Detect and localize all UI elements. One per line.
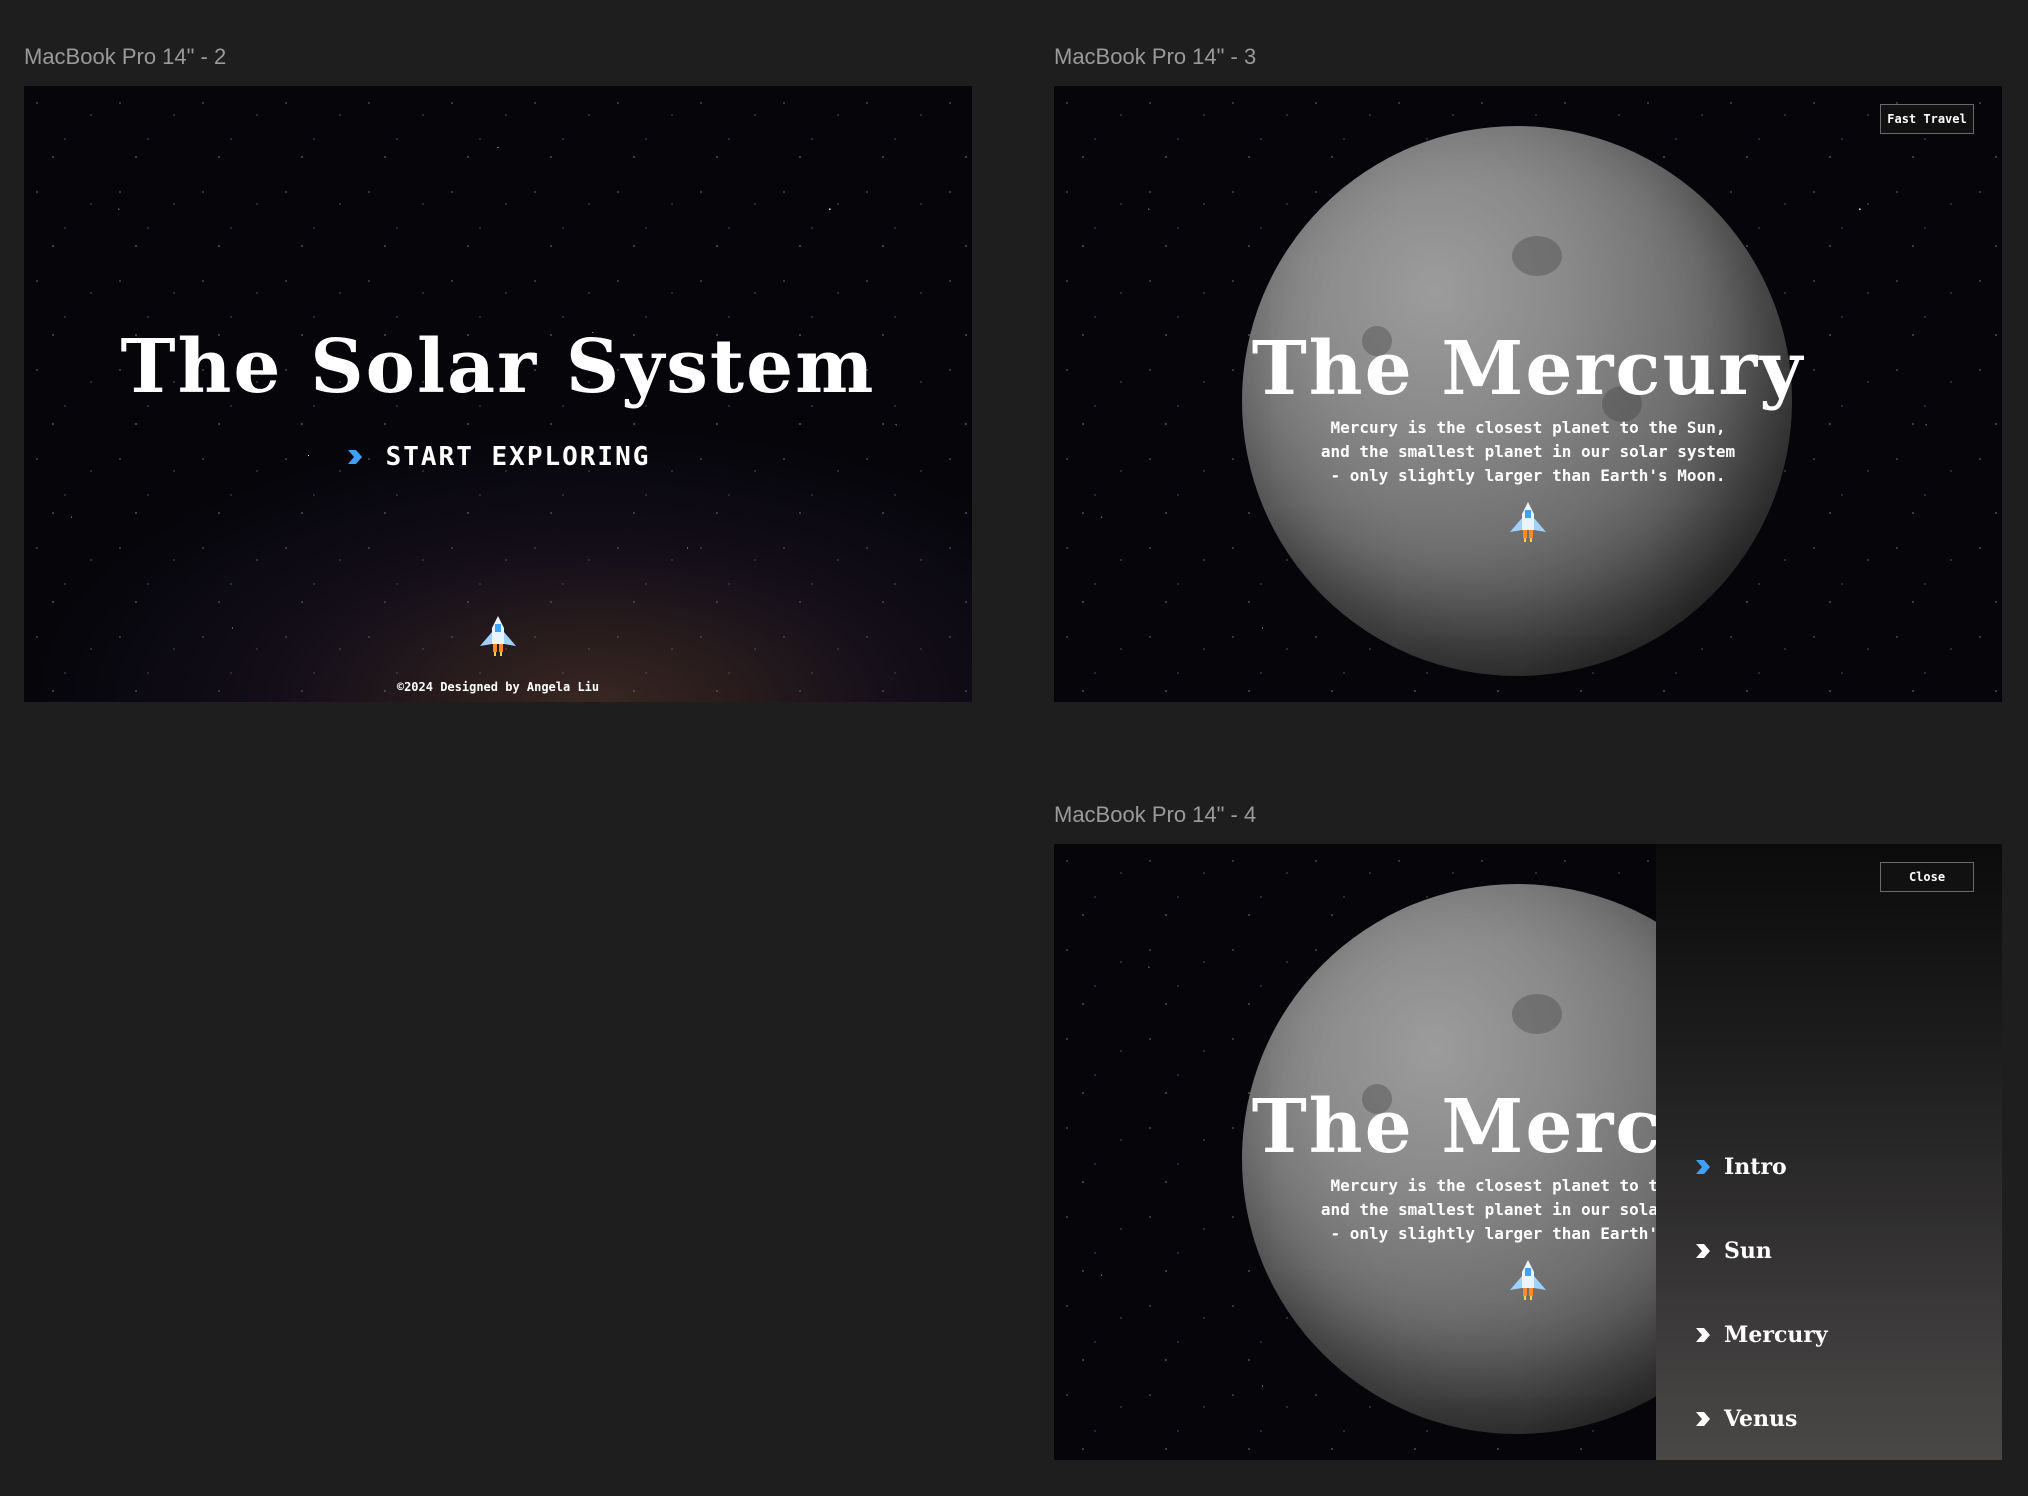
menu-item-venus[interactable]: Venus (1694, 1406, 1797, 1432)
chevron-right-icon (347, 450, 362, 464)
frame-label-2: MacBook Pro 14" - 2 (24, 44, 227, 69)
chevron-right-icon (1696, 1244, 1710, 1258)
spaceship-icon[interactable] (476, 614, 520, 662)
frame-label-3: MacBook Pro 14" - 3 (1054, 44, 1257, 69)
menu-item-label: Sun (1724, 1238, 1772, 1264)
crater (1512, 236, 1562, 276)
spaceship-icon[interactable] (1506, 500, 1550, 548)
chevron-right-icon (1696, 1160, 1710, 1174)
frame-intro: The Solar System START EXPLORING ©2024 D… (24, 86, 972, 702)
fast-travel-menu: Close Intro Sun Mercury Venus (1656, 844, 2002, 1460)
chevron-right-icon (1696, 1328, 1710, 1342)
mercury-title: The Mercury (1251, 326, 1805, 412)
spaceship-icon[interactable] (1506, 1258, 1550, 1306)
frame-mercury: Fast Travel The Mercury Mercury is the c… (1054, 86, 2002, 702)
description-line-2: and the smallest planet in our solar sys… (1320, 442, 1736, 461)
menu-item-intro[interactable]: Intro (1694, 1154, 1787, 1180)
frame-mercury-menu: The Mercury Mercury is the closest plane… (1054, 844, 2002, 1460)
mercury-description: Mercury is the closest planet to the Sun… (1054, 416, 2002, 488)
description-line-1: Mercury is the closest planet to the Sun… (1330, 418, 1726, 437)
start-exploring-label: START EXPLORING (385, 442, 651, 472)
menu-item-label: Mercury (1724, 1322, 1828, 1348)
description-line-3: - only slightly larger than Earth's Moon… (1330, 466, 1726, 485)
fast-travel-button[interactable]: Fast Travel (1880, 104, 1974, 134)
menu-item-label: Intro (1724, 1154, 1787, 1180)
menu-item-label: Venus (1724, 1406, 1798, 1432)
crater (1512, 994, 1562, 1034)
start-exploring-button[interactable]: START EXPLORING (24, 442, 972, 472)
intro-title: The Solar System (120, 324, 876, 410)
chevron-right-icon (1696, 1412, 1710, 1426)
intro-footer: ©2024 Designed by Angela Liu (396, 680, 600, 694)
close-button[interactable]: Close (1880, 862, 1974, 892)
menu-item-sun[interactable]: Sun (1694, 1238, 1772, 1264)
menu-item-mercury[interactable]: Mercury (1694, 1322, 1828, 1348)
frame-label-4: MacBook Pro 14" - 4 (1054, 802, 1257, 827)
